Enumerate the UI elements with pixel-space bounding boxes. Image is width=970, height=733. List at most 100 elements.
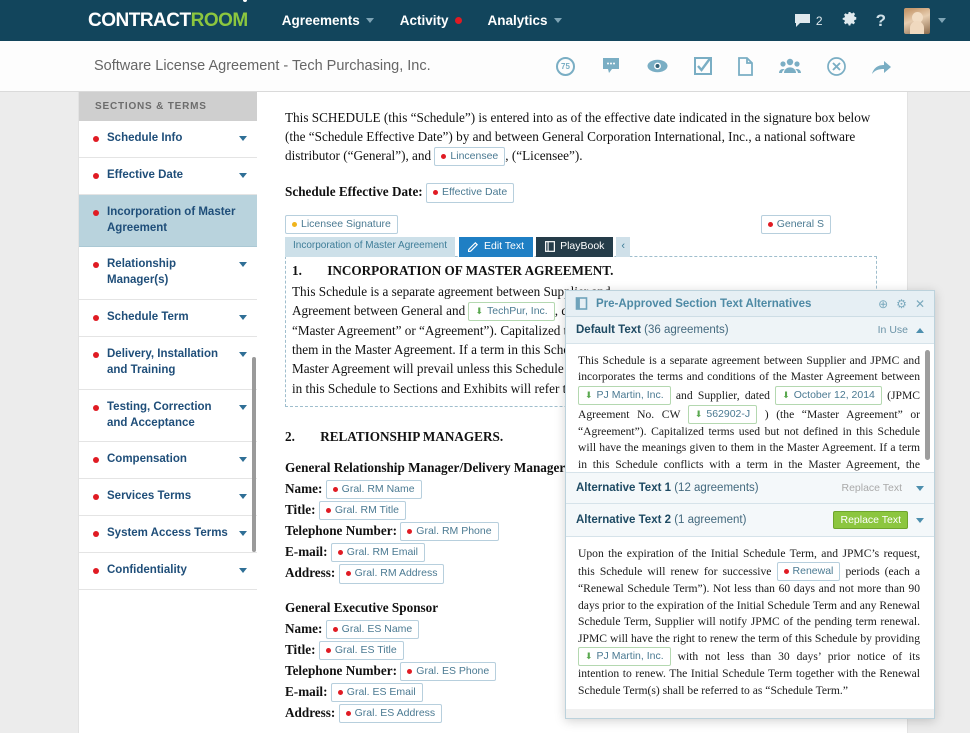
status-dot-icon bbox=[93, 315, 99, 322]
top-navigation-bar: CONTRACT ROOM Agreements Activity Analyt… bbox=[0, 0, 970, 41]
section2-title: RELATIONSHIP MANAGERS. bbox=[320, 428, 504, 444]
token-agreement-no[interactable]: ⬇ 562902-J bbox=[687, 404, 758, 424]
plus-circle-icon[interactable]: ⊕ bbox=[878, 297, 888, 311]
sidebar-item-delivery-installation-and-training[interactable]: Delivery, Installation and Training bbox=[79, 337, 257, 390]
token-general-signature[interactable]: General S bbox=[760, 214, 831, 234]
cancel-circle-icon[interactable] bbox=[827, 56, 846, 76]
status-dot-icon bbox=[93, 531, 99, 538]
checklist-icon[interactable] bbox=[694, 57, 712, 75]
status-dot-icon bbox=[93, 262, 99, 269]
sidebar-item-services-terms[interactable]: Services Terms bbox=[79, 479, 257, 517]
row-label: Alternative Text 1 (12 agreements) bbox=[576, 482, 759, 494]
sidebar-item-label: Schedule Info bbox=[107, 132, 183, 144]
document-subheader: Software License Agreement - Tech Purcha… bbox=[0, 41, 970, 92]
token-techpur[interactable]: ⬇ TechPur, Inc. bbox=[468, 301, 555, 322]
signature-row: Licensee Signature General S bbox=[285, 214, 877, 234]
sidebar-scrollbar[interactable] bbox=[252, 357, 256, 552]
sidebar-item-label: Compensation bbox=[107, 453, 187, 466]
effective-date-line: Schedule Effective Date: Effective Date bbox=[285, 182, 877, 203]
token-licensee-signature[interactable]: Licensee Signature bbox=[285, 214, 398, 234]
gear-icon[interactable]: ⚙ bbox=[896, 297, 907, 311]
section1-heading: 1. INCORPORATION OF MASTER AGREEMENT. bbox=[292, 262, 614, 278]
sidebar-item-system-access-terms[interactable]: System Access Terms bbox=[79, 516, 257, 554]
sidebar-item-schedule-term[interactable]: Schedule Term bbox=[79, 300, 257, 338]
nav-item-analytics[interactable]: Analytics bbox=[488, 13, 562, 28]
alternative-row-1[interactable]: Alternative Text 1 (12 agreements) Repla… bbox=[566, 472, 934, 504]
sidebar-item-compensation[interactable]: Compensation bbox=[79, 442, 257, 480]
chevron-down-icon bbox=[239, 352, 247, 358]
sidebar-item-confidentiality[interactable]: Confidentiality bbox=[79, 553, 257, 590]
share-arrow-icon[interactable] bbox=[872, 58, 892, 75]
status-dot-icon bbox=[93, 172, 99, 179]
question-mark-icon: ? bbox=[875, 10, 886, 30]
chevron-down-icon[interactable] bbox=[916, 517, 924, 523]
intro-text-tail: , (“Licensee”). bbox=[505, 148, 583, 164]
token-gral-rm-phone[interactable]: Gral. RM Phone bbox=[400, 522, 499, 542]
chevron-down-icon bbox=[239, 262, 247, 268]
chevron-down-icon bbox=[239, 568, 247, 574]
token-renewal[interactable]: Renewal bbox=[776, 562, 841, 582]
panel-scrollbar[interactable] bbox=[925, 350, 930, 460]
people-icon[interactable] bbox=[779, 58, 801, 74]
app-root: CONTRACT ROOM Agreements Activity Analyt… bbox=[0, 0, 970, 733]
edit-text-button[interactable]: Edit Text bbox=[458, 236, 534, 257]
token-effective-date[interactable]: Effective Date bbox=[426, 183, 515, 203]
replace-text-button[interactable]: Replace Text bbox=[835, 480, 908, 496]
token-gral-rm-address[interactable]: Gral. RM Address bbox=[338, 564, 445, 584]
nav-item-activity[interactable]: Activity bbox=[400, 13, 462, 28]
logo[interactable]: CONTRACT ROOM bbox=[88, 0, 248, 32]
logo-dot-icon bbox=[242, 0, 247, 2]
section-toolbar: Incorporation of Master Agreement Edit T… bbox=[285, 236, 631, 257]
comment-icon[interactable] bbox=[601, 57, 621, 76]
section-tag: Incorporation of Master Agreement bbox=[285, 236, 455, 257]
chevron-down-icon[interactable] bbox=[916, 485, 924, 491]
sidebar-item-incorporation-of-master-agreement[interactable]: Incorporation of Master Agreement bbox=[79, 194, 257, 248]
token-gral-es-address[interactable]: Gral. ES Address bbox=[338, 704, 443, 724]
sidebar-item-effective-date[interactable]: Effective Date bbox=[79, 158, 257, 195]
close-icon[interactable]: ✕ bbox=[915, 297, 925, 311]
chevron-up-icon[interactable] bbox=[916, 327, 924, 333]
logo-text-primary: CONTRACT bbox=[88, 9, 191, 31]
document-icon[interactable] bbox=[738, 56, 753, 76]
section-more-button[interactable]: ‹ bbox=[616, 236, 631, 257]
sidebar-item-schedule-info[interactable]: Schedule Info bbox=[79, 121, 257, 158]
status-dot-icon bbox=[93, 568, 99, 575]
sidebar-item-label: Schedule Term bbox=[107, 311, 189, 324]
chevron-down-icon bbox=[239, 457, 247, 463]
token-gral-rm-name[interactable]: Gral. RM Name bbox=[325, 479, 422, 500]
token-pj-martin-2[interactable]: ⬇ PJ Martin, Inc. bbox=[578, 647, 671, 667]
token-gral-es-email[interactable]: Gral. ES Email bbox=[330, 682, 423, 703]
sidebar-item-relationship-managers[interactable]: Relationship Manager(s) bbox=[79, 247, 257, 301]
chevron-down-icon bbox=[239, 404, 247, 410]
token-gral-rm-email[interactable]: Gral. RM Email bbox=[330, 543, 425, 563]
nav-item-agreements[interactable]: Agreements bbox=[282, 13, 374, 28]
logo-text-accent: ROOM bbox=[191, 0, 248, 32]
eye-icon[interactable] bbox=[647, 59, 668, 73]
replace-text-button[interactable]: Replace Text bbox=[833, 511, 908, 529]
section1-title: INCORPORATION OF MASTER AGREEMENT. bbox=[327, 262, 614, 278]
messages-button[interactable]: 2 bbox=[794, 13, 823, 28]
sections-sidebar: SECTIONS & TERMS Schedule Info Effective… bbox=[79, 92, 257, 590]
sidebar-item-label: Incorporation of Master Agreement bbox=[107, 205, 236, 234]
alternative-row-2[interactable]: Alternative Text 2 (1 agreement) Replace… bbox=[566, 504, 934, 537]
token-pj-martin[interactable]: ⬇ PJ Martin, Inc. bbox=[578, 385, 671, 405]
token-gral-es-title[interactable]: Gral. ES Title bbox=[318, 640, 404, 660]
document-toolbar: 75 bbox=[556, 56, 970, 76]
progress-circle-icon[interactable]: 75 bbox=[556, 56, 575, 76]
user-menu[interactable] bbox=[904, 7, 946, 34]
token-october-date[interactable]: ⬇ October 12, 2014 bbox=[775, 385, 882, 405]
token-licensee[interactable]: Lincensee bbox=[434, 147, 506, 167]
sidebar-item-label: Services Terms bbox=[107, 490, 192, 503]
status-dot-icon bbox=[93, 494, 99, 501]
chevron-down-icon bbox=[365, 18, 374, 23]
token-gral-rm-title[interactable]: Gral. RM Title bbox=[318, 500, 407, 521]
sidebar-item-testing-correction-and-acceptance[interactable]: Testing, Correction and Acceptance bbox=[79, 390, 257, 443]
help-button[interactable]: ? bbox=[876, 11, 886, 31]
sidebar-item-label: System Access Terms bbox=[107, 527, 228, 540]
token-gral-es-name[interactable]: Gral. ES Name bbox=[325, 619, 420, 639]
row-label: Alternative Text 2 (1 agreement) bbox=[576, 514, 747, 526]
playbook-button[interactable]: PlayBook bbox=[536, 236, 614, 257]
alternative-row-default[interactable]: Default Text (36 agreements) In Use bbox=[566, 317, 934, 344]
settings-button[interactable] bbox=[841, 12, 858, 29]
token-gral-es-phone[interactable]: Gral. ES Phone bbox=[400, 661, 497, 681]
